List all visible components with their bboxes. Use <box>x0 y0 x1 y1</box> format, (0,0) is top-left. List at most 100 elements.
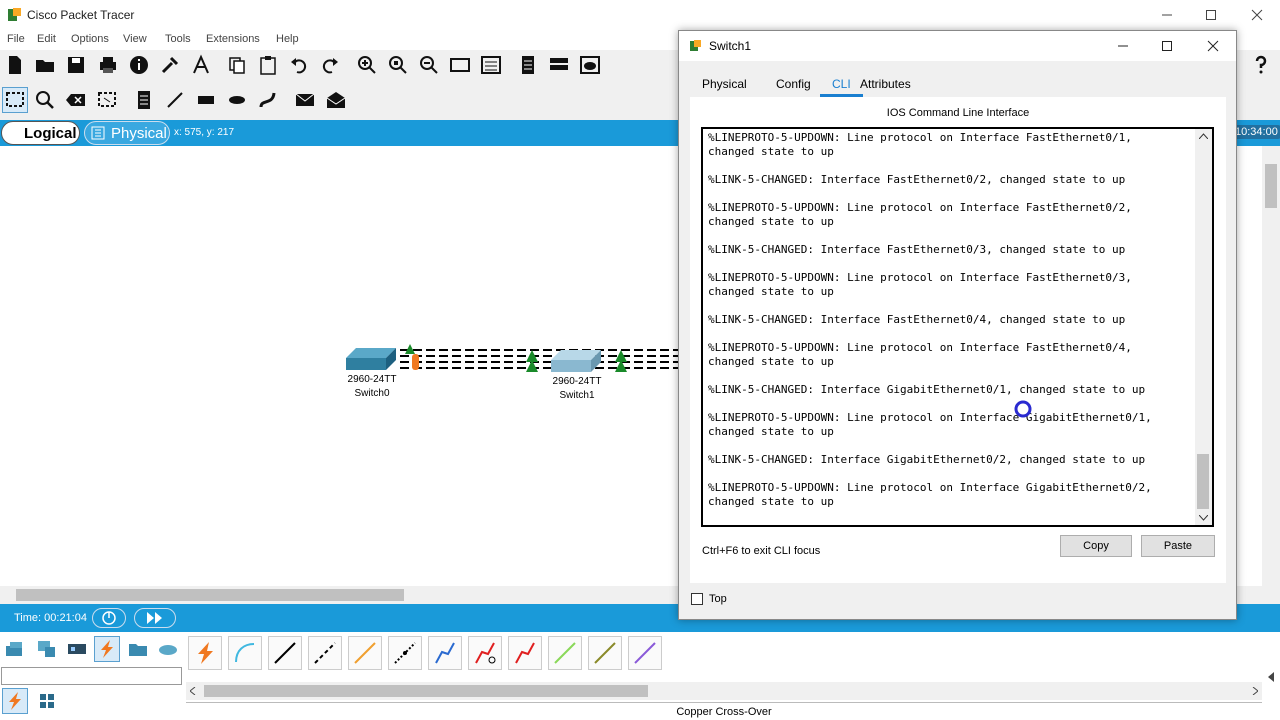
draw-line-button[interactable] <box>162 87 188 113</box>
always-on-top-toggle[interactable]: Top <box>691 593 727 605</box>
dialog-minimize-button[interactable] <box>1101 31 1145 61</box>
freeform-icon <box>259 92 276 108</box>
select-tool-button[interactable] <box>2 87 28 113</box>
copy-toolbar-button[interactable] <box>224 52 250 78</box>
draw-ellipse-button[interactable] <box>224 87 250 113</box>
menu-options[interactable]: Options <box>71 33 109 45</box>
print-button[interactable] <box>95 52 121 78</box>
minimize-button[interactable] <box>1144 0 1190 30</box>
paste-toolbar-button[interactable] <box>255 52 281 78</box>
cable-octal[interactable] <box>548 636 582 670</box>
cable-copper-straight[interactable] <box>268 636 302 670</box>
info-button[interactable] <box>126 52 152 78</box>
cable-serial-dce[interactable] <box>468 636 502 670</box>
cable-iot[interactable] <box>588 636 622 670</box>
add-simple-pdu-button[interactable] <box>292 87 318 113</box>
cable-phone[interactable] <box>388 636 422 670</box>
always-on-top-checkbox[interactable] <box>691 593 703 605</box>
cli-console[interactable]: %LINEPROTO-5-UPDOWN: Line protocol on In… <box>701 127 1214 527</box>
cable-usb[interactable] <box>628 636 662 670</box>
custom-devices-dialog-button[interactable] <box>478 52 504 78</box>
auto-connect-icon <box>198 642 213 664</box>
inspect-tool-button[interactable] <box>32 87 58 113</box>
menu-help[interactable]: Help <box>276 33 299 45</box>
place-note-button[interactable] <box>131 87 157 113</box>
menu-tools[interactable]: Tools <box>165 33 191 45</box>
cable-coaxial[interactable] <box>428 636 462 670</box>
cli-line: %LINEPROTO-5-UPDOWN: Line protocol on In… <box>708 481 1152 494</box>
chevron-left-icon <box>1268 672 1274 682</box>
switch0-device[interactable] <box>346 348 396 370</box>
workspace-vertical-scrollbar[interactable] <box>1262 146 1280 586</box>
switch1-device[interactable] <box>551 350 601 372</box>
zoom-reset-button[interactable] <box>385 52 411 78</box>
maximize-button[interactable] <box>1188 0 1234 30</box>
new-file-button[interactable] <box>2 52 28 78</box>
console-scroll-thumb[interactable] <box>1197 454 1209 509</box>
always-on-top-label: Top <box>709 593 727 605</box>
panel-expand-arrow[interactable] <box>1264 668 1278 686</box>
cable-list-scroll-thumb[interactable] <box>204 685 648 697</box>
fast-forward-button[interactable] <box>134 608 176 628</box>
menu-view[interactable]: View <box>123 33 147 45</box>
cloud-icon <box>159 645 177 655</box>
resize-tool-button[interactable] <box>94 87 120 113</box>
font-icon <box>193 54 209 74</box>
physical-mode-tab[interactable]: Physical <box>84 121 170 145</box>
subcategory-connections[interactable] <box>2 688 28 714</box>
dialog-close-button[interactable] <box>1191 31 1235 61</box>
freeform-button[interactable] <box>255 87 281 113</box>
cable-serial-dte[interactable] <box>508 636 542 670</box>
category-end-devices[interactable] <box>33 636 59 662</box>
cli-panel: IOS Command Line Interface %LINEPROTO-5-… <box>690 97 1226 583</box>
category-network-devices[interactable] <box>2 636 28 662</box>
category-components[interactable] <box>64 636 90 662</box>
category-multiuser[interactable] <box>155 636 181 662</box>
menu-edit[interactable]: Edit <box>37 33 56 45</box>
menu-extensions[interactable]: Extensions <box>206 33 260 45</box>
network-info-button[interactable] <box>577 52 603 78</box>
help-button[interactable] <box>1248 52 1274 78</box>
cable-console[interactable] <box>228 636 262 670</box>
custom-device-button[interactable] <box>157 52 183 78</box>
open-folder-button[interactable] <box>32 52 58 78</box>
draw-rectangle-button[interactable] <box>193 87 219 113</box>
category-connections[interactable] <box>94 636 120 662</box>
subcategory-structured-cabling[interactable] <box>34 688 60 714</box>
logical-mode-tab[interactable]: Logical <box>1 121 80 145</box>
device-search-input[interactable] <box>1 667 182 685</box>
power-cycle-button[interactable] <box>92 608 126 628</box>
menu-file[interactable]: File <box>7 33 25 45</box>
cli-line: changed state to up <box>708 215 834 228</box>
paste-button[interactable]: Paste <box>1141 535 1215 557</box>
dialog-maximize-button[interactable] <box>1145 31 1189 61</box>
device-template-button[interactable] <box>188 52 214 78</box>
save-button[interactable] <box>63 52 89 78</box>
delete-tool-button[interactable] <box>63 87 89 113</box>
dialog-title-bar[interactable]: Switch1 <box>679 31 1236 61</box>
pdu-list-button[interactable] <box>546 52 572 78</box>
category-miscellaneous[interactable] <box>125 636 151 662</box>
cable-automatic[interactable] <box>188 636 222 670</box>
redo-button[interactable] <box>317 52 343 78</box>
cable-list-scrollbar[interactable] <box>186 682 1262 700</box>
cable-fiber[interactable] <box>348 636 382 670</box>
console-scrollbar[interactable] <box>1195 129 1212 525</box>
zoom-in-button[interactable] <box>354 52 380 78</box>
drawing-palette-button[interactable] <box>447 52 473 78</box>
notes-button[interactable] <box>515 52 541 78</box>
tab-config[interactable]: Config <box>776 73 811 97</box>
cable-copper-cross[interactable] <box>308 636 342 670</box>
workspace-hscroll-thumb[interactable] <box>16 589 404 601</box>
add-complex-pdu-button[interactable] <box>323 87 349 113</box>
close-button[interactable] <box>1234 0 1280 30</box>
zoom-out-button[interactable] <box>416 52 442 78</box>
tab-cli[interactable]: CLI <box>820 73 863 97</box>
undo-button[interactable] <box>286 52 312 78</box>
tab-physical[interactable]: Physical <box>702 73 747 97</box>
workspace-vscroll-thumb[interactable] <box>1265 164 1277 208</box>
serial-dce-icon <box>475 642 496 664</box>
copy-button[interactable]: Copy <box>1060 535 1132 557</box>
chevron-left-icon <box>190 687 196 695</box>
tab-attributes[interactable]: Attributes <box>860 73 911 97</box>
